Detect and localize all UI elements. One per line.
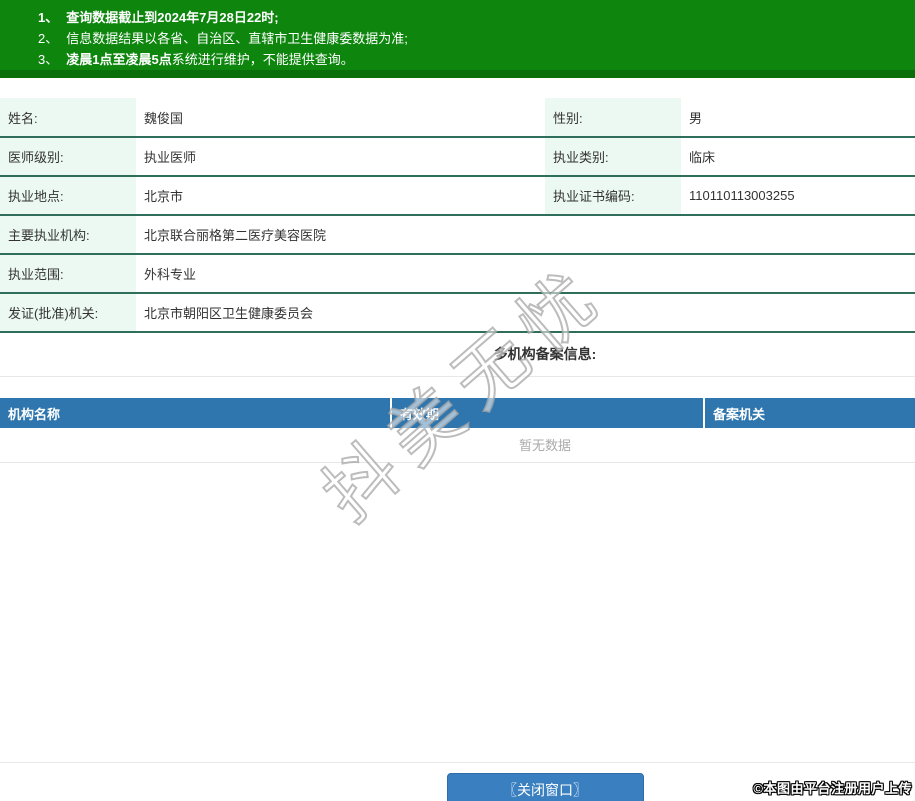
filing-table: 机构名称 有效期 备案机关 暂无数据 (0, 398, 915, 463)
column-header-filing-authority: 备案机关 (703, 398, 915, 428)
notice-line-2-text: 信息数据结果以各省、自治区、直辖市卫生健康委数据为准; (66, 31, 408, 46)
table-row-issuing-authority: 发证(批准)机关: 北京市朝阳区卫生健康委员会 (0, 293, 915, 332)
doctor-level-value: 执业医师 (136, 137, 545, 176)
table-row-main-institution: 主要执业机构: 北京联合丽格第二医疗美容医院 (0, 215, 915, 254)
issuing-authority-label: 发证(批准)机关: (0, 293, 136, 332)
practice-scope-value: 外科专业 (136, 254, 915, 293)
issuing-authority-value: 北京市朝阳区卫生健康委员会 (136, 293, 915, 332)
certificate-number-label: 执业证书编码: (545, 176, 681, 215)
notice-line-2-number: 2、 (38, 28, 58, 49)
filing-table-header: 机构名称 有效期 备案机关 (0, 398, 915, 428)
notice-line-1-number: 1、 (38, 7, 58, 28)
query-result-page: 1、查询数据截止到2024年7月28日22时; 2、信息数据结果以各省、自治区、… (0, 0, 915, 801)
column-header-institution-name: 机构名称 (0, 398, 390, 428)
name-label: 姓名: (0, 98, 136, 137)
main-institution-value: 北京联合丽格第二医疗美容医院 (136, 215, 915, 254)
table-row-name-gender: 姓名: 魏俊国 性别: 男 (0, 98, 915, 137)
practice-location-label: 执业地点: (0, 176, 136, 215)
notice-line-3-bold-text: 凌晨1点至凌晨5点 (66, 52, 171, 67)
close-window-button[interactable]: 〖关闭窗口〗 (447, 773, 644, 801)
practice-category-label: 执业类别: (545, 137, 681, 176)
notice-line-1: 1、查询数据截止到2024年7月28日22时; (38, 7, 915, 28)
gender-value: 男 (681, 98, 915, 137)
notice-line-3: 3、凌晨1点至凌晨5点系统进行维护，不能提供查询。 (38, 49, 915, 70)
notice-banner: 1、查询数据截止到2024年7月28日22时; 2、信息数据结果以各省、自治区、… (0, 0, 915, 78)
multi-institution-filing-title: 多机构备案信息: (0, 333, 915, 377)
no-data-message: 暂无数据 (0, 428, 915, 463)
column-header-validity-period: 有效期 (390, 398, 703, 428)
notice-line-3-rest-text: 系统进行维护，不能提供查询。 (172, 52, 354, 67)
table-row-location-certificate: 执业地点: 北京市 执业证书编码: 110110113003255 (0, 176, 915, 215)
footer-divider (0, 762, 915, 763)
notice-line-1-text: 查询数据截止到2024年7月28日22时; (66, 10, 278, 25)
notice-line-2: 2、信息数据结果以各省、自治区、直辖市卫生健康委数据为准; (38, 28, 915, 49)
doctor-level-label: 医师级别: (0, 137, 136, 176)
notice-line-3-number: 3、 (38, 49, 58, 70)
gender-label: 性别: (545, 98, 681, 137)
doctor-info-table: 姓名: 魏俊国 性别: 男 医师级别: 执业医师 执业类别: 临床 执业地点: … (0, 98, 915, 333)
practice-scope-label: 执业范围: (0, 254, 136, 293)
main-institution-label: 主要执业机构: (0, 215, 136, 254)
table-row-practice-scope: 执业范围: 外科专业 (0, 254, 915, 293)
practice-category-value: 临床 (681, 137, 915, 176)
practice-location-value: 北京市 (136, 176, 545, 215)
table-row-level-category: 医师级别: 执业医师 执业类别: 临床 (0, 137, 915, 176)
copyright-watermark-text: ©本图由平台注册用户上传 (753, 778, 912, 797)
certificate-number-value: 110110113003255 (681, 176, 915, 215)
name-value: 魏俊国 (136, 98, 545, 137)
